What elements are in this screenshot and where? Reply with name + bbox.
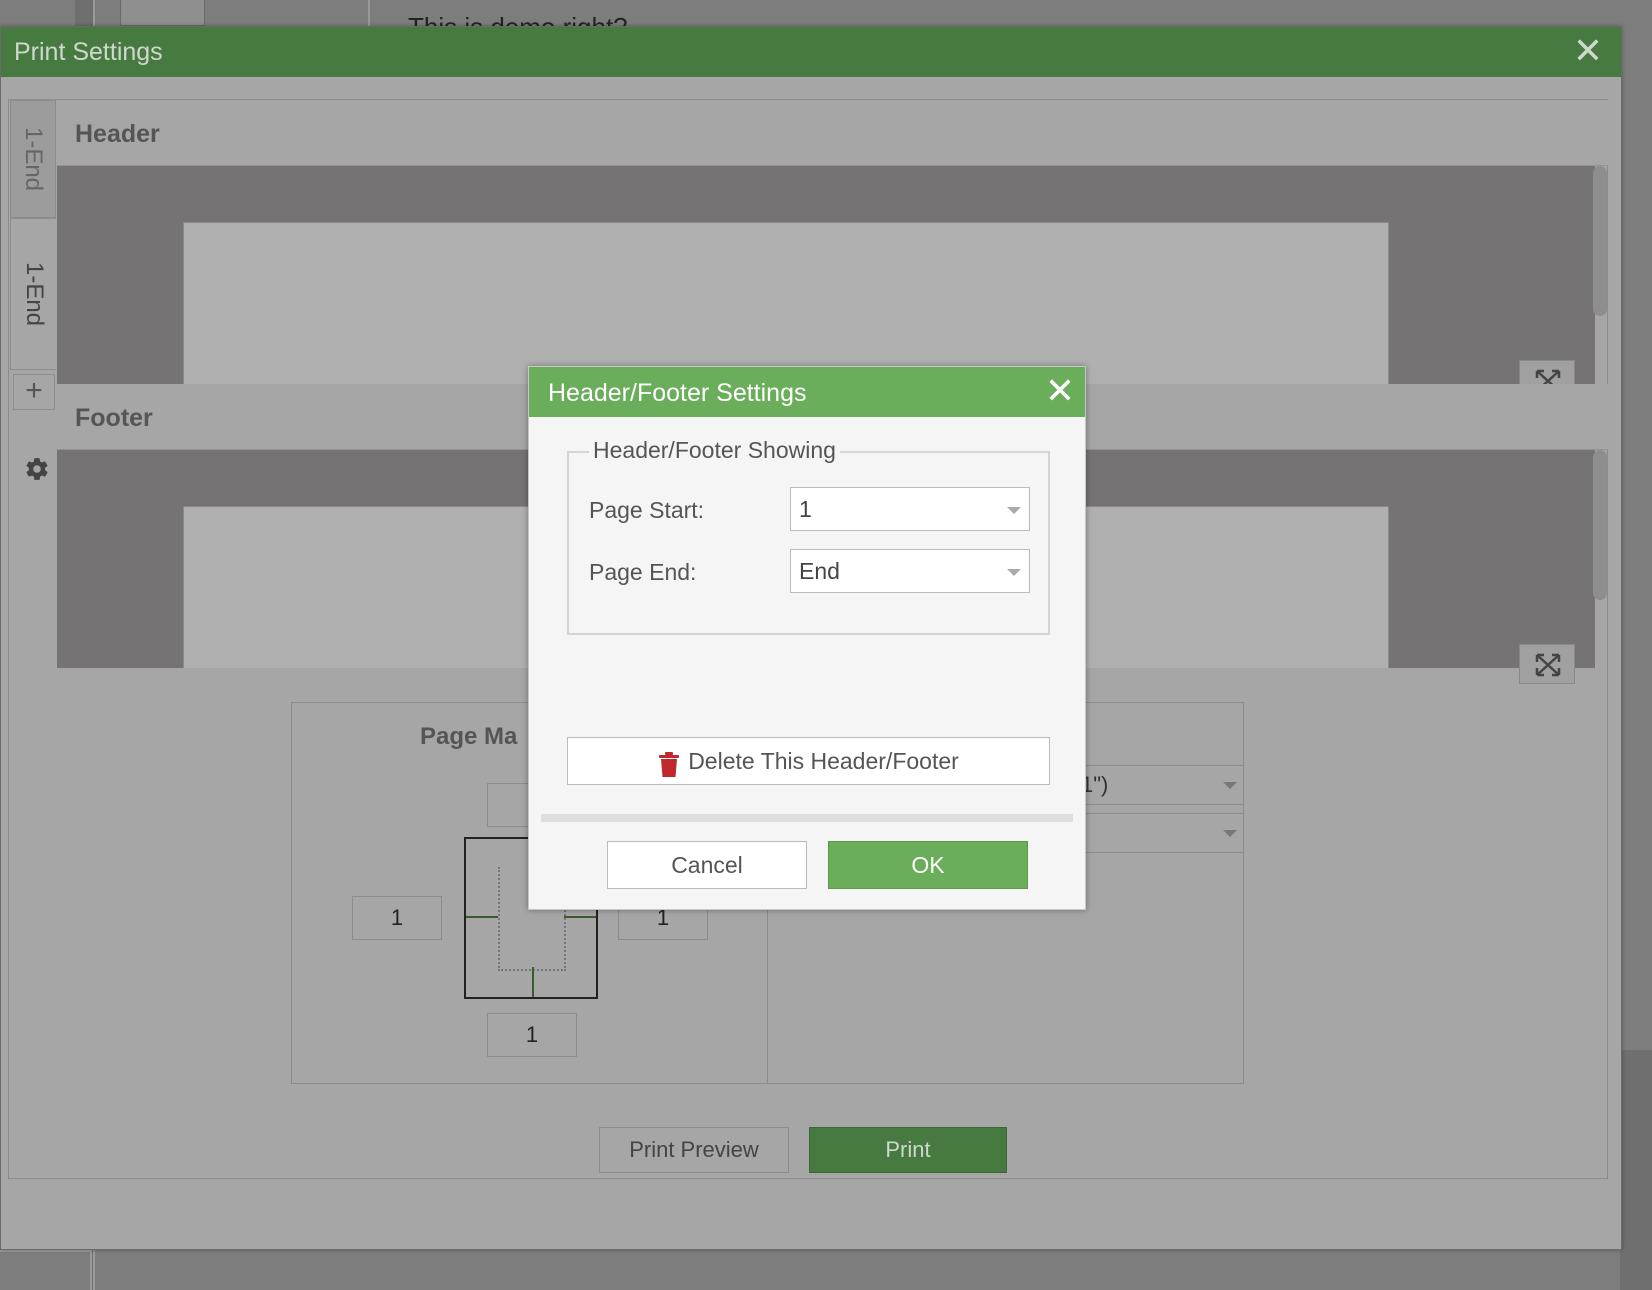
footer-scrollbar[interactable] bbox=[1593, 450, 1607, 600]
background-bottom-corner bbox=[0, 1250, 92, 1290]
close-icon[interactable]: ✕ bbox=[1573, 33, 1603, 69]
tab-label: 1-End bbox=[20, 126, 47, 192]
page-margins-title: Page Ma bbox=[420, 723, 518, 750]
background-panel-edge bbox=[1620, 1050, 1652, 1290]
header-section-title: Header bbox=[57, 100, 1608, 166]
header-edit-area bbox=[57, 166, 1607, 384]
header-editor[interactable] bbox=[183, 222, 1389, 384]
chevron-down-icon bbox=[1007, 507, 1021, 514]
right-margin-tick bbox=[564, 916, 596, 918]
page-end-value: End bbox=[799, 558, 840, 584]
expand-icon[interactable] bbox=[1519, 644, 1575, 684]
background-thumbnail bbox=[120, 0, 205, 26]
background-document-text: This is demo right? bbox=[408, 10, 628, 26]
margin-left-input[interactable]: 1 bbox=[352, 896, 442, 940]
chevron-down-icon bbox=[1007, 569, 1021, 576]
add-tab-button[interactable]: + bbox=[13, 374, 55, 410]
group-legend: Header/Footer Showing bbox=[589, 437, 840, 464]
page-end-label: Page End: bbox=[589, 559, 697, 585]
dialog-title: Header/Footer Settings bbox=[548, 379, 807, 407]
print-button[interactable]: Print bbox=[809, 1127, 1007, 1173]
header-footer-settings-dialog: Header/Footer Settings ✕ Header/Footer S… bbox=[528, 366, 1086, 910]
header-scrollbar[interactable] bbox=[1593, 166, 1607, 316]
page-start-select[interactable]: 1 bbox=[790, 487, 1030, 531]
chevron-down-icon bbox=[1223, 782, 1237, 789]
chevron-down-icon bbox=[1223, 830, 1237, 837]
margin-bottom-input[interactable]: 1 bbox=[487, 1013, 577, 1057]
ok-button[interactable]: OK bbox=[828, 841, 1028, 889]
page-start-value: 1 bbox=[799, 496, 812, 522]
trash-icon bbox=[658, 747, 680, 777]
footer-label: Footer bbox=[75, 404, 153, 432]
bottom-margin-tick bbox=[532, 967, 534, 997]
print-settings-title: Print Settings bbox=[14, 38, 163, 66]
tab-header-footer-2[interactable]: 1-End bbox=[10, 218, 56, 480]
delete-label: Delete This Header/Footer bbox=[688, 748, 959, 774]
tab-label: 1-End bbox=[20, 261, 48, 327]
header-footer-showing-group: Header/Footer Showing Page Start: 1 Page… bbox=[567, 437, 1050, 635]
delete-header-footer-button[interactable]: Delete This Header/Footer bbox=[567, 737, 1050, 785]
dialog-separator bbox=[541, 814, 1073, 822]
print-preview-button[interactable]: Print Preview bbox=[599, 1127, 789, 1173]
dialog-titlebar: Header/Footer Settings ✕ bbox=[529, 367, 1085, 417]
gear-icon[interactable] bbox=[24, 456, 50, 482]
background-divider bbox=[368, 0, 370, 26]
page-end-select[interactable]: End bbox=[790, 549, 1030, 593]
close-icon[interactable]: ✕ bbox=[1045, 372, 1075, 410]
page-start-label: Page Start: bbox=[589, 497, 705, 523]
print-settings-titlebar: Print Settings ✕ bbox=[1, 27, 1621, 77]
cancel-button[interactable]: Cancel bbox=[607, 841, 807, 889]
left-margin-tick bbox=[466, 916, 498, 918]
tab-header-footer-1[interactable]: 1-End bbox=[10, 100, 56, 218]
header-label: Header bbox=[75, 120, 160, 148]
